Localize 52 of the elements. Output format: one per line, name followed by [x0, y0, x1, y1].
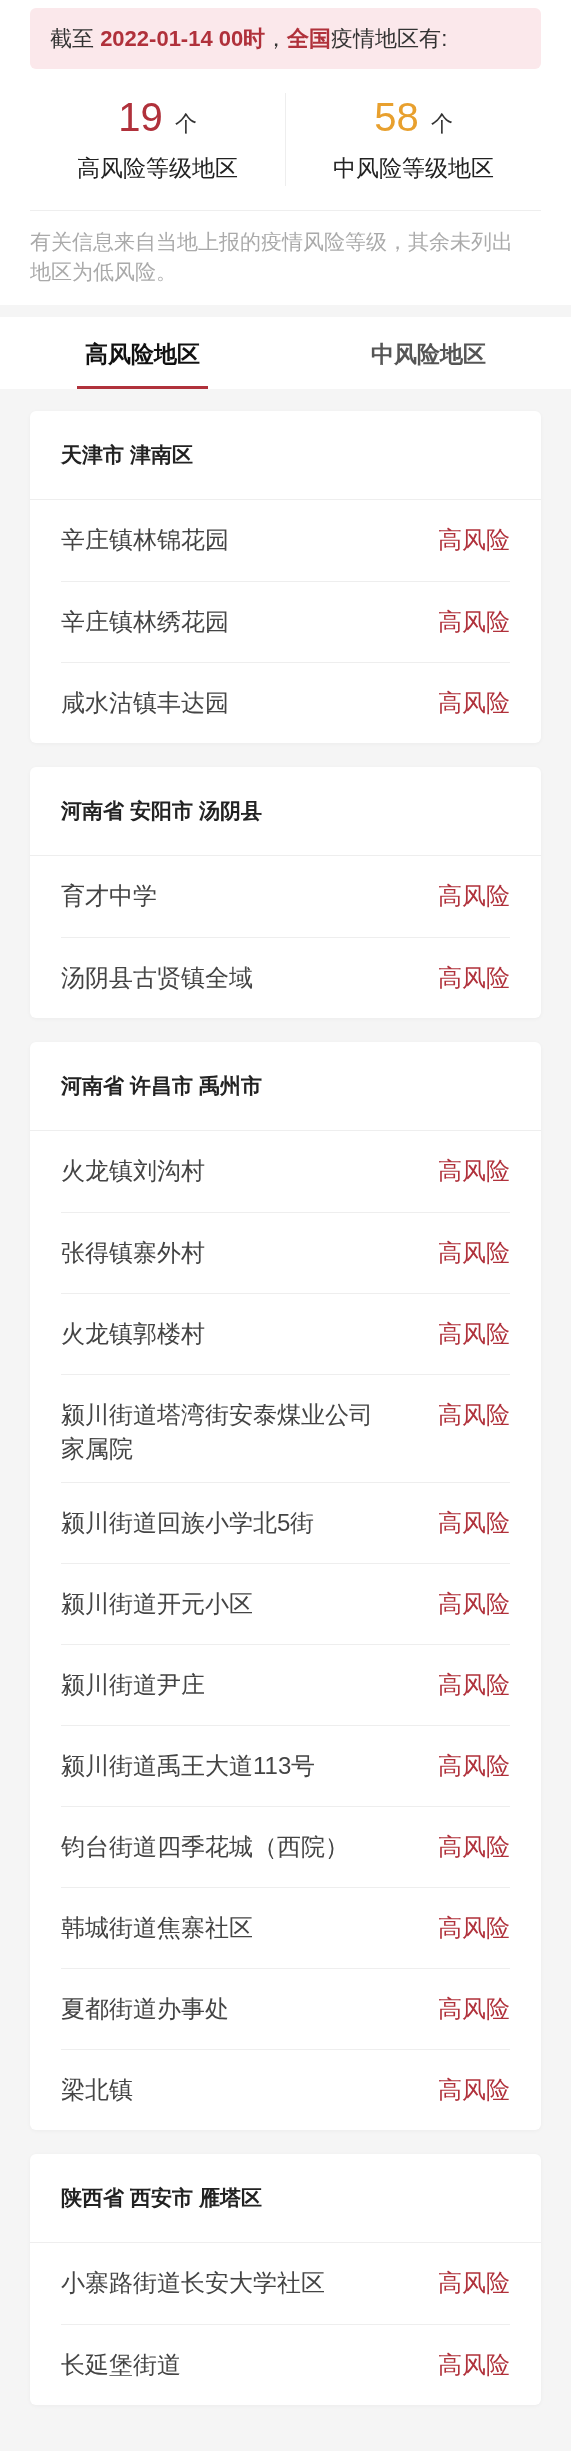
area-name: 汤阴县古贤镇全域 [61, 962, 253, 993]
stat-label: 中风险等级地区 [333, 154, 494, 183]
risk-label: 高风险 [438, 1399, 510, 1430]
note-text: 有关信息来自当地上报的疫情风险等级，其余未列出地区为低风险。 [30, 228, 514, 285]
area-name: 张得镇寨外村 [61, 1237, 205, 1268]
area-name: 梁北镇 [61, 2074, 133, 2105]
area-name: 钧台街道四季花城（西院） [61, 1831, 349, 1862]
area-name: 小寨路街道长安大学社区 [61, 2267, 325, 2298]
area-name: 颍川街道尹庄 [61, 1669, 205, 1700]
area-name: 咸水沽镇丰达园 [61, 687, 229, 718]
stat-label: 高风险等级地区 [77, 154, 238, 183]
risk-label: 高风险 [438, 524, 510, 555]
risk-label: 高风险 [438, 1993, 510, 2024]
region-heading: 河南省 许昌市 禹州市 [61, 1072, 262, 1099]
area-name: 夏都街道办事处 [61, 1993, 229, 2024]
risk-label: 高风险 [438, 2267, 510, 2298]
region-heading: 河南省 安阳市 汤阴县 [61, 797, 262, 824]
risk-label: 高风险 [438, 1750, 510, 1781]
area-name: 颍川街道禹王大道113号 [61, 1750, 316, 1781]
risk-label: 高风险 [438, 1669, 510, 1700]
area-name: 韩城街道焦寨社区 [61, 1912, 253, 1943]
area-name: 辛庄镇林锦花园 [61, 524, 229, 555]
stat-unit: 个 [430, 110, 453, 138]
risk-label: 高风险 [438, 1831, 510, 1862]
stat-number: 58 [374, 94, 419, 141]
stat-unit: 个 [174, 110, 197, 138]
risk-label: 高风险 [438, 606, 510, 637]
risk-label: 高风险 [438, 1155, 510, 1186]
tab[interactable]: 高风险地区 [77, 316, 209, 389]
risk-label: 高风险 [438, 687, 510, 718]
region-heading: 陕西省 西安市 雁塔区 [61, 2184, 262, 2211]
risk-label: 高风险 [438, 1507, 510, 1538]
risk-label: 高风险 [438, 962, 510, 993]
risk-label: 高风险 [438, 880, 510, 911]
area-name: 火龙镇刘沟村 [61, 1155, 205, 1186]
area-name: 颍川街道开元小区 [61, 1588, 253, 1619]
risk-label: 高风险 [438, 1588, 510, 1619]
area-name: 长延堡街道 [61, 2349, 181, 2380]
risk-label: 高风险 [438, 1912, 510, 1943]
stat-number: 19 [118, 94, 163, 141]
date-banner: 截至 2022-01-14 00时，全国疫情地区有: [30, 8, 541, 69]
area-name: 辛庄镇林绣花园 [61, 606, 229, 637]
risk-label: 高风险 [438, 1318, 510, 1349]
risk-label: 高风险 [438, 1237, 510, 1268]
risk-label: 高风险 [438, 2349, 510, 2380]
area-name: 颍川街道塔湾街安泰煤业公司家属院 [61, 1399, 374, 1464]
area-name: 育才中学 [61, 880, 157, 911]
tab[interactable]: 中风险地区 [362, 316, 494, 389]
region-heading: 天津市 津南区 [61, 441, 193, 468]
area-name: 火龙镇郭楼村 [61, 1318, 205, 1349]
area-name: 颍川街道回族小学北5街 [61, 1507, 315, 1538]
risk-label: 高风险 [438, 2074, 510, 2105]
